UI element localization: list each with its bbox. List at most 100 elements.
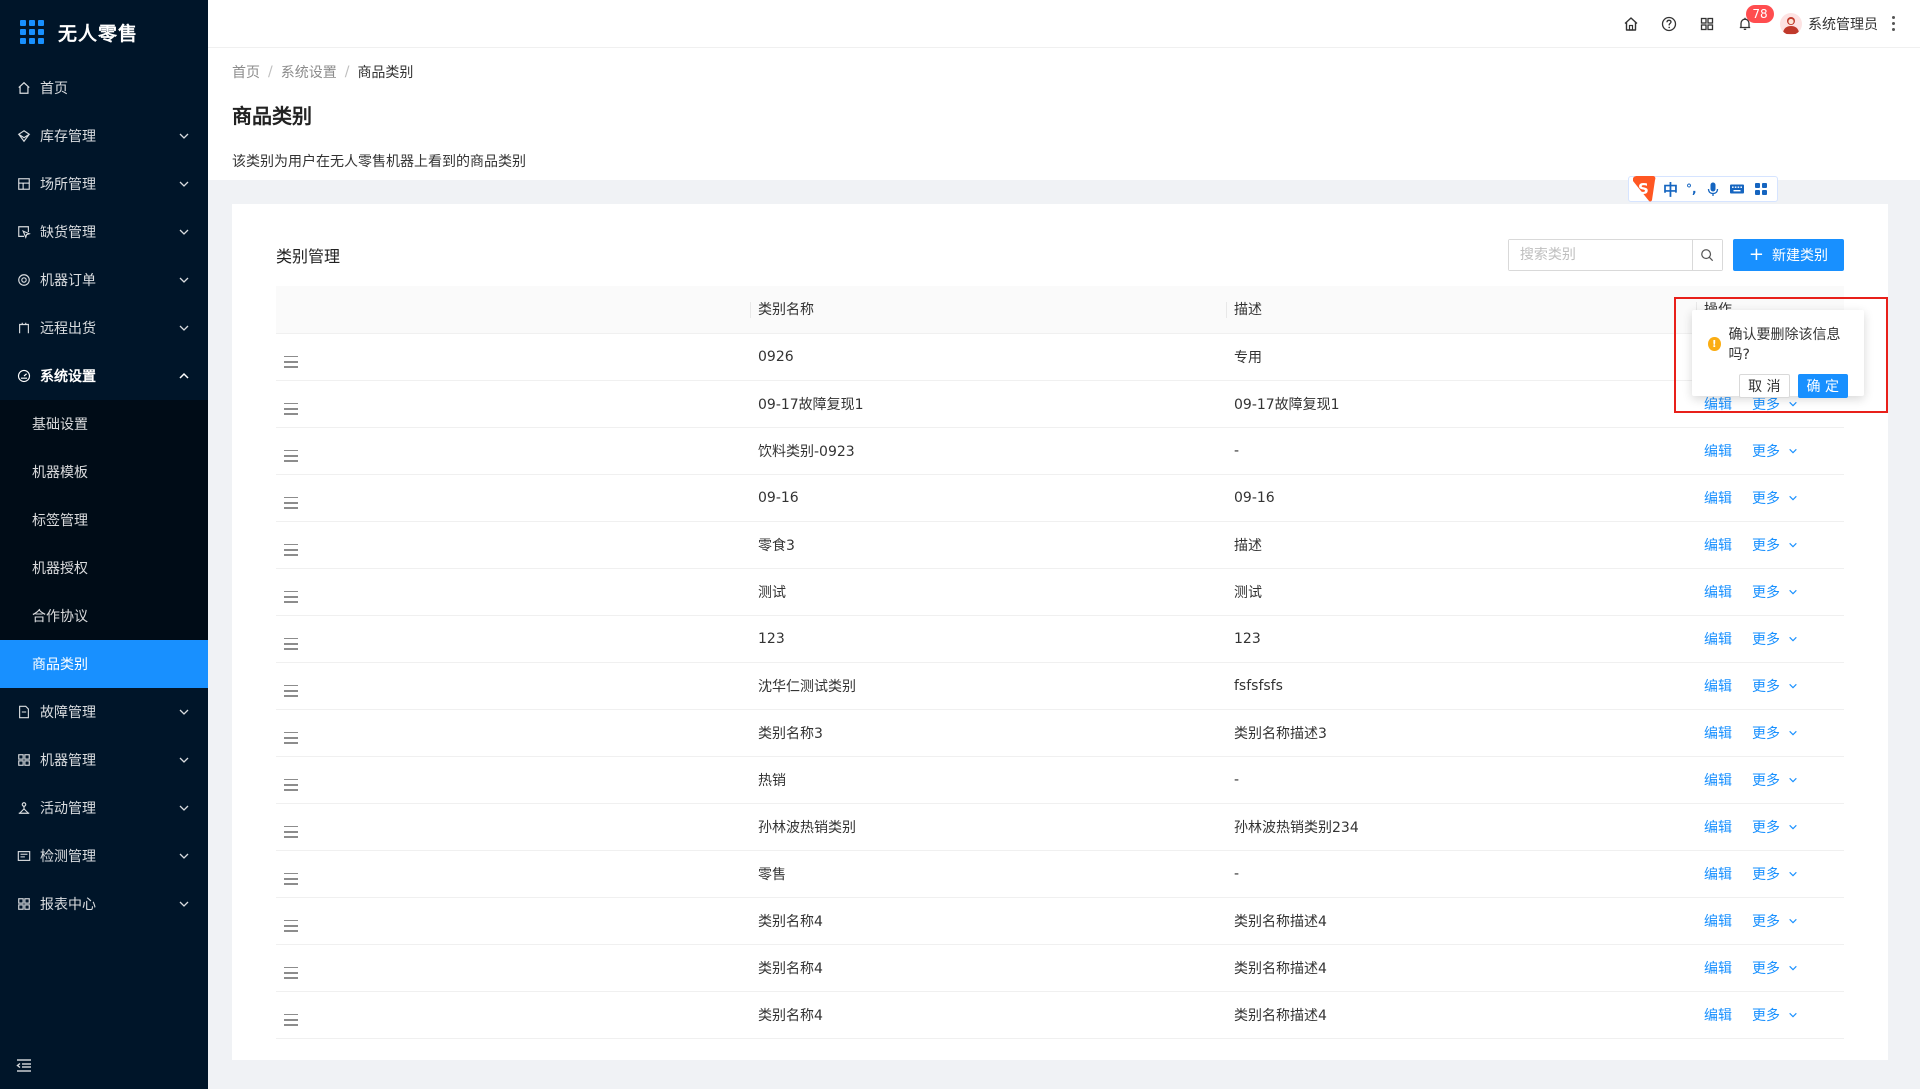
sidebar-subitem-category[interactable]: 商品类别	[0, 640, 208, 688]
more-dropdown[interactable]: 更多	[1752, 488, 1798, 508]
edit-link[interactable]: 编辑	[1704, 676, 1732, 696]
drag-handle-icon[interactable]	[284, 355, 298, 368]
page-description: 该类别为用户在无人零售机器上看到的商品类别	[232, 154, 526, 170]
category-name-cell: 09-16	[750, 474, 1226, 522]
breadcrumb-settings[interactable]: 系统设置	[281, 62, 337, 82]
drag-handle-icon[interactable]	[284, 778, 298, 791]
more-dropdown[interactable]: 更多	[1752, 770, 1798, 790]
sidebar-subitem-agreement[interactable]: 合作协议	[0, 592, 208, 640]
table-row: 饮料类别-0923- 编辑 更多	[276, 427, 1844, 475]
more-dropdown[interactable]: 更多	[1752, 676, 1798, 696]
edit-link[interactable]: 编辑	[1704, 864, 1732, 884]
actions-cell: 编辑 更多	[1696, 850, 1844, 898]
sidebar-subitem-basic[interactable]: 基础设置	[0, 400, 208, 448]
chevron-down-icon	[1789, 1012, 1797, 1017]
chevron-down-icon	[1789, 448, 1797, 453]
drag-handle-icon[interactable]	[284, 449, 298, 462]
app-title: 无人零售	[58, 22, 139, 45]
new-category-button[interactable]: + 新建类别	[1732, 239, 1844, 271]
sidebar-item-home[interactable]: 首页	[0, 64, 208, 112]
drag-handle-icon[interactable]	[284, 684, 298, 697]
more-dropdown[interactable]: 更多	[1752, 535, 1798, 555]
microphone-icon[interactable]	[1705, 181, 1721, 197]
actions-cell: 编辑 更多	[1696, 521, 1844, 569]
breadcrumb-home[interactable]: 首页	[232, 62, 260, 82]
ime-mode[interactable]: 中	[1663, 179, 1678, 200]
sidebar-item-settings[interactable]: 系统设置	[0, 352, 208, 400]
edit-link[interactable]: 编辑	[1704, 1005, 1732, 1025]
appstore-icon[interactable]	[1688, 0, 1726, 48]
more-dropdown[interactable]: 更多	[1752, 817, 1798, 837]
sidebar-subitem-tags[interactable]: 标签管理	[0, 496, 208, 544]
drag-handle-icon[interactable]	[284, 731, 298, 744]
sidebar-item-fault[interactable]: 故障管理	[0, 688, 208, 736]
category-name-cell: 0926	[750, 333, 1226, 381]
drag-handle-icon[interactable]	[284, 402, 298, 415]
sidebar-item-activity[interactable]: 活动管理	[0, 784, 208, 832]
more-label: 更多	[1752, 678, 1780, 695]
edit-link[interactable]: 编辑	[1704, 911, 1732, 931]
drag-handle-icon[interactable]	[284, 496, 298, 509]
sidebar-subitem-auth[interactable]: 机器授权	[0, 544, 208, 592]
more-dropdown[interactable]: 更多	[1752, 582, 1798, 602]
table-header-row: 类别名称 描述 操作	[276, 286, 1844, 334]
table-row: 测试 测试 编辑 更多	[276, 568, 1844, 616]
category-description-cell: 类别名称描述4	[1226, 991, 1696, 1039]
drag-handle-icon[interactable]	[284, 637, 298, 650]
drag-handle-icon[interactable]	[284, 825, 298, 838]
more-dropdown[interactable]: 更多	[1752, 1005, 1798, 1025]
drag-handle-icon[interactable]	[284, 590, 298, 603]
chevron-down-icon	[178, 898, 190, 910]
drag-handle-icon[interactable]	[284, 919, 298, 932]
table-row: 0926专用编辑更多	[276, 333, 1844, 381]
deployment-icon	[16, 800, 32, 816]
sidebar-item-detect[interactable]: 检测管理	[0, 832, 208, 880]
ime-toolbar[interactable]: S 中 °,	[1628, 176, 1778, 202]
sidebar-subitem-template[interactable]: 机器模板	[0, 448, 208, 496]
select-icon	[16, 224, 32, 240]
sidebar-item-remote[interactable]: 远程出货	[0, 304, 208, 352]
edit-link[interactable]: 编辑	[1704, 958, 1732, 978]
sidebar-item-inventory[interactable]: 库存管理	[0, 112, 208, 160]
drag-handle-icon[interactable]	[284, 872, 298, 885]
actions-cell: 编辑 更多	[1696, 662, 1844, 710]
edit-link[interactable]: 编辑	[1704, 441, 1732, 461]
more-dropdown[interactable]: 更多	[1752, 864, 1798, 884]
menu-fold-icon[interactable]	[16, 1057, 32, 1073]
dashboard-icon	[16, 368, 32, 384]
toolbox-icon[interactable]	[1753, 181, 1769, 197]
bell-icon[interactable]: 78	[1726, 0, 1774, 48]
search-button[interactable]	[1691, 240, 1722, 270]
edit-link[interactable]: 编辑	[1704, 817, 1732, 837]
sidebar-item-orders[interactable]: 机器订单	[0, 256, 208, 304]
sidebar-item-report[interactable]: 报表中心	[0, 880, 208, 928]
more-dropdown[interactable]: 更多	[1752, 958, 1798, 978]
table-row: 零售 - 编辑 更多	[276, 850, 1844, 898]
sidebar-item-label: 机器管理	[40, 753, 96, 769]
drag-handle-icon[interactable]	[284, 1013, 298, 1026]
logo[interactable]: 无人零售	[0, 0, 208, 64]
help-icon[interactable]	[1650, 0, 1688, 48]
drag-handle-icon[interactable]	[284, 543, 298, 556]
ime-punct[interactable]: °,	[1686, 182, 1697, 196]
more-dropdown[interactable]: 更多	[1752, 441, 1798, 461]
home-icon[interactable]	[1612, 0, 1650, 48]
edit-link[interactable]: 编辑	[1704, 723, 1732, 743]
edit-link[interactable]: 编辑	[1704, 582, 1732, 602]
project-icon	[16, 176, 32, 192]
sidebar-item-venue[interactable]: 场所管理	[0, 160, 208, 208]
sidebar-item-shortage[interactable]: 缺货管理	[0, 208, 208, 256]
edit-link[interactable]: 编辑	[1704, 488, 1732, 508]
keyboard-icon[interactable]	[1729, 181, 1745, 197]
search-input[interactable]	[1508, 240, 1692, 270]
edit-link[interactable]: 编辑	[1704, 629, 1732, 649]
more-dropdown[interactable]: 更多	[1752, 629, 1798, 649]
more-dropdown[interactable]: 更多	[1752, 723, 1798, 743]
edit-link[interactable]: 编辑	[1704, 770, 1732, 790]
edit-link[interactable]: 编辑	[1704, 535, 1732, 555]
sidebar-item-machine[interactable]: 机器管理	[0, 736, 208, 784]
user-menu[interactable]: 系统管理员	[1780, 12, 1878, 35]
more-vertical-icon[interactable]	[1892, 16, 1896, 31]
more-dropdown[interactable]: 更多	[1752, 911, 1798, 931]
drag-handle-icon[interactable]	[284, 966, 298, 979]
